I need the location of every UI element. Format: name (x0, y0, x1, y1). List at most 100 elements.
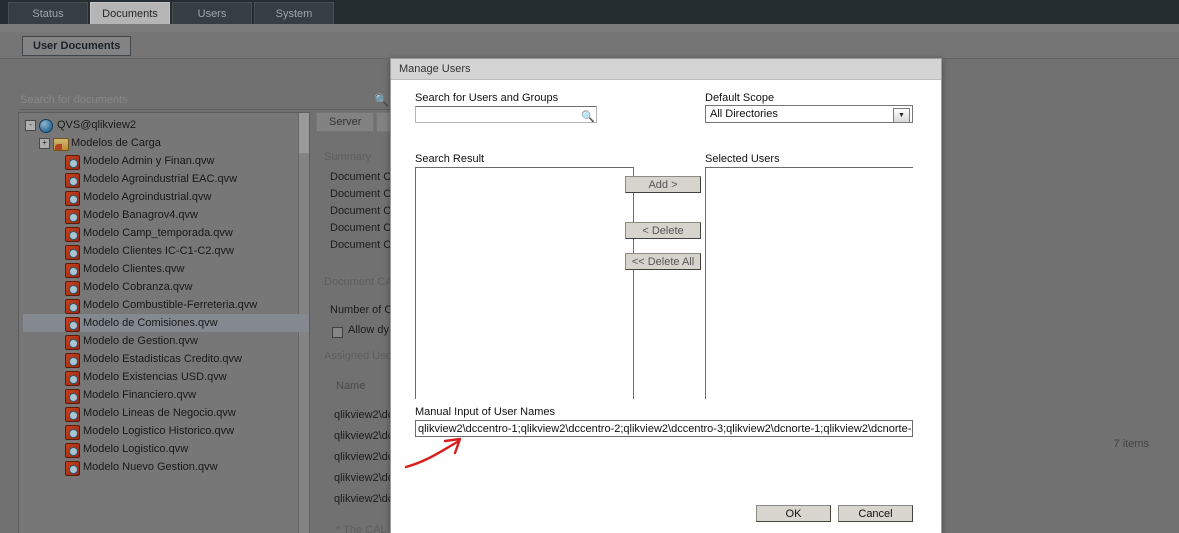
tree-item[interactable]: Modelo Admin y Finan.qvw (23, 152, 309, 170)
sub-tab-row: User Documents (0, 32, 1179, 59)
subtab-user-documents[interactable]: User Documents (22, 36, 132, 56)
manual-input-field[interactable]: qlikview2\dccentro-1;qlikview2\dccentro-… (415, 420, 913, 437)
tree-item[interactable]: Modelo Financiero.qvw (23, 386, 309, 404)
tree-item[interactable]: Modelo Nuevo Gestion.qvw (23, 458, 309, 476)
tab-documents[interactable]: Documents (90, 2, 170, 24)
tree-item[interactable]: Modelo Agroindustrial EAC.qvw (23, 170, 309, 188)
qvw-document-icon (65, 298, 80, 314)
qvw-document-icon (65, 406, 80, 422)
tree-item[interactable]: Modelo Lineas de Negocio.qvw (23, 404, 309, 422)
search-users-label: Search for Users and Groups (415, 92, 559, 104)
tab-users-label: Users (197, 7, 227, 20)
tree-item-label: Modelo Estadisticas Credito.qvw (83, 353, 242, 365)
collapse-icon[interactable]: - (25, 119, 36, 131)
table-row[interactable]: qlikview2\dc (334, 430, 393, 442)
delete-all-button-label: << Delete All (631, 255, 695, 268)
qvw-document-icon (65, 388, 80, 404)
tree-item[interactable]: Modelo Logistico Historico.qvw (23, 422, 309, 440)
qvw-document-icon (65, 370, 80, 386)
manual-input-value: qlikview2\dccentro-1;qlikview2\dccentro-… (418, 422, 913, 435)
tree-item[interactable]: Modelo Combustible-Ferreteria.qvw (23, 296, 309, 314)
qvw-document-icon (65, 262, 80, 278)
table-column-name: Name (336, 380, 366, 392)
expand-icon[interactable]: + (39, 137, 50, 149)
tree-item[interactable]: Modelo Existencias USD.qvw (23, 368, 309, 386)
tree-item[interactable]: Modelo de Gestion.qvw (23, 332, 309, 350)
selected-users-listbox[interactable] (705, 167, 913, 399)
search-result-label: Search Result (415, 153, 485, 165)
folder-icon (53, 137, 69, 151)
qvw-document-icon (65, 442, 80, 458)
tab-status[interactable]: Status (8, 2, 88, 24)
detail-tab-server[interactable]: Server (316, 112, 375, 132)
tree-item-label: Modelo Nuevo Gestion.qvw (83, 461, 218, 473)
manual-input-label: Manual Input of User Names (415, 406, 556, 418)
tree-item[interactable]: Modelo Estadisticas Credito.qvw (23, 350, 309, 368)
tree-item-label: Modelo Combustible-Ferreteria.qvw (83, 299, 258, 311)
tree-item[interactable]: Modelo Agroindustrial.qvw (23, 188, 309, 206)
default-scope-select[interactable]: All Directories ▼ (705, 105, 913, 123)
search-documents-placeholder: Search for documents (20, 94, 128, 106)
screen: Status Documents Users System User Docum… (0, 0, 1179, 533)
tree-item-selected[interactable]: Modelo de Comisiones.qvw (23, 314, 309, 332)
tree-item[interactable]: - QVS@qlikview2 (23, 116, 309, 134)
tree-item[interactable]: Modelo Logistico.qvw (23, 440, 309, 458)
search-result-listbox[interactable] (415, 167, 634, 399)
tab-users[interactable]: Users (172, 2, 252, 24)
add-button[interactable]: Add > (625, 176, 701, 193)
selected-users-label: Selected Users (705, 153, 780, 165)
tree-item-label: Modelo Camp_temporada.qvw (83, 227, 233, 239)
search-users-input[interactable]: 🔍 (415, 106, 597, 123)
tree-item-label: Modelo Admin y Finan.qvw (83, 155, 215, 167)
top-navigation-bar: Status Documents Users System (0, 0, 1179, 24)
tree-item[interactable]: Modelo Camp_temporada.qvw (23, 224, 309, 242)
ok-button[interactable]: OK (756, 505, 831, 522)
chevron-down-icon[interactable]: ▼ (893, 108, 910, 123)
tree-item-label: Modelo Existencias USD.qvw (83, 371, 227, 383)
search-icon[interactable]: 🔍 (581, 110, 595, 123)
table-row[interactable]: qlikview2\dc (334, 472, 393, 484)
delete-all-button[interactable]: << Delete All (625, 253, 701, 270)
tree-item-label: Modelo Clientes.qvw (83, 263, 185, 275)
tree-item[interactable]: Modelo Banagrov4.qvw (23, 206, 309, 224)
qvw-document-icon (65, 226, 80, 242)
qvw-document-icon (65, 424, 80, 440)
qvw-document-icon (65, 460, 80, 476)
table-row[interactable]: qlikview2\dc (334, 409, 393, 421)
qvw-document-icon (65, 244, 80, 260)
tab-system[interactable]: System (254, 2, 334, 24)
qvw-document-icon (65, 316, 80, 332)
document-tree-panel[interactable]: - QVS@qlikview2 + Modelos de Carga Modelo Ad… (18, 112, 310, 533)
search-icon[interactable]: 🔍 (374, 93, 389, 107)
delete-button[interactable]: < Delete (625, 222, 701, 239)
cancel-button[interactable]: Cancel (838, 505, 913, 522)
table-row[interactable]: qlikview2\dc (334, 493, 393, 505)
dialog-title: Manage Users (399, 63, 471, 75)
qvw-document-icon (65, 154, 80, 170)
search-documents-input[interactable]: Search for documents 🔍 (20, 91, 390, 110)
tree-item[interactable]: Modelo Cobranza.qvw (23, 278, 309, 296)
summary-row: Document CA (330, 188, 399, 200)
dialog-titlebar: Manage Users (391, 59, 941, 80)
tree-item-label: Modelo Clientes IC-C1-C2.qvw (83, 245, 234, 257)
table-row[interactable]: qlikview2\dc (334, 451, 393, 463)
tree-item-label: Modelo Financiero.qvw (83, 389, 197, 401)
summary-heading: Summary (324, 151, 372, 163)
tree-item[interactable]: + Modelos de Carga (23, 134, 309, 152)
tree-item[interactable]: Modelo Clientes.qvw (23, 260, 309, 278)
tree-item[interactable]: Modelo Clientes IC-C1-C2.qvw (23, 242, 309, 260)
allow-dynamic-checkbox[interactable] (332, 327, 343, 338)
tree-item-label: QVS@qlikview2 (57, 119, 137, 131)
